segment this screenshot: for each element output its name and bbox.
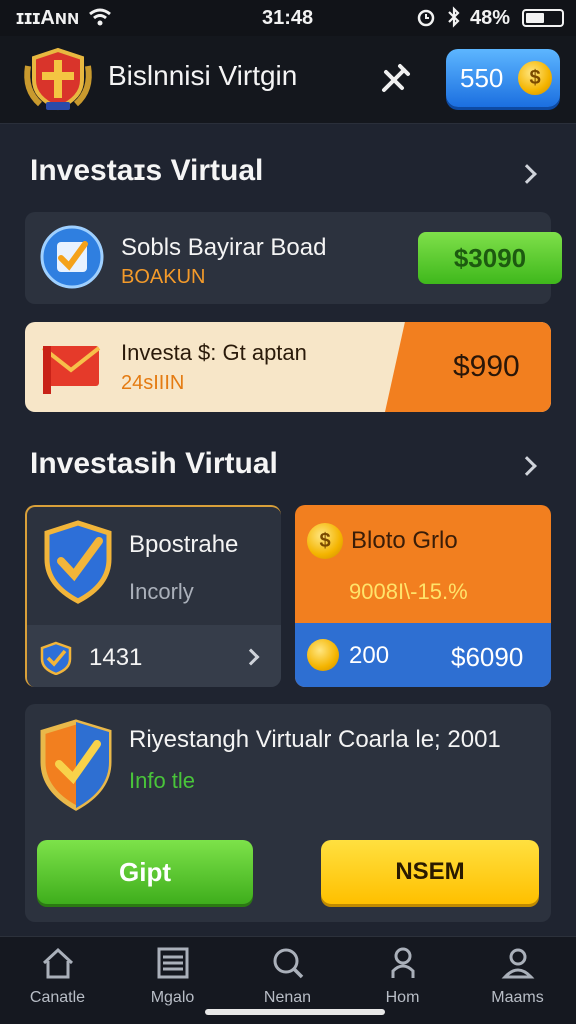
battery-icon bbox=[522, 9, 564, 27]
tools-icon[interactable] bbox=[378, 62, 412, 96]
app-header: Bislnnisi Virtgin 550 $ bbox=[0, 36, 576, 124]
profile-icon bbox=[501, 948, 535, 979]
nav-label: Hom bbox=[385, 989, 420, 1006]
status-bar: ɪɪɪAɴɴ 31:48 48% bbox=[0, 0, 576, 36]
shield-check-small-icon bbox=[40, 641, 72, 675]
section-title-1: Investaɪs Virtual bbox=[30, 154, 264, 187]
nav-item-1[interactable]: Canatle bbox=[0, 937, 115, 1024]
promo-title: Riyestangh Virtualr Coarla le; 2001 bbox=[129, 726, 501, 753]
person-icon bbox=[391, 947, 415, 978]
nav-label: Canatle bbox=[29, 989, 86, 1006]
coin-icon: $ bbox=[307, 523, 343, 559]
shield-badge-icon bbox=[40, 719, 112, 811]
tile-title: Bloto Grlo bbox=[351, 527, 458, 554]
card-price: $990 bbox=[453, 350, 520, 383]
coin-icon bbox=[307, 639, 339, 671]
card-subtitle: BOAKUN bbox=[121, 266, 206, 288]
promo-subtitle: Info tle bbox=[129, 768, 196, 793]
tile-coins: 200 bbox=[349, 642, 390, 669]
bluetooth-icon bbox=[448, 6, 460, 28]
card-subtitle: 24sIIIN bbox=[121, 372, 185, 394]
wifi-icon bbox=[89, 8, 111, 26]
coin-icon: $ bbox=[518, 61, 552, 95]
clock: 31:48 bbox=[262, 7, 314, 29]
carrier-label: ɪɪɪAɴɴ bbox=[16, 7, 80, 29]
nav-label: Mgalo bbox=[150, 989, 195, 1006]
nav-label: Nenan bbox=[263, 989, 312, 1006]
list-icon bbox=[157, 947, 189, 979]
investment-card-2[interactable]: Investa $: Gt aptan 24sIIIN $990 bbox=[25, 322, 551, 412]
coin-count: 550 bbox=[460, 63, 504, 93]
checkmark-badge-icon bbox=[40, 225, 104, 289]
nav-item-5[interactable]: Maams bbox=[460, 937, 575, 1024]
coin-balance-button[interactable]: 550 $ bbox=[446, 49, 560, 107]
shield-check-icon bbox=[44, 520, 112, 604]
crest-logo-icon bbox=[24, 47, 92, 111]
search-icon bbox=[273, 948, 304, 979]
alarm-icon bbox=[417, 9, 435, 27]
card-title: Sobls Bayirar Boad bbox=[121, 234, 327, 261]
card-title: Investa $: Gt aptan bbox=[121, 340, 307, 365]
tile-title: Bpostrahe bbox=[129, 531, 239, 558]
yellow-action-button[interactable]: NSEM bbox=[321, 840, 539, 904]
nav-label: Maams bbox=[491, 989, 544, 1006]
tile-count: 1431 bbox=[89, 644, 143, 671]
battery-percent: 48% bbox=[470, 7, 511, 29]
price-button[interactable]: $3090 bbox=[418, 232, 562, 284]
tile-price: $6090 bbox=[451, 642, 524, 672]
investment-card-1[interactable]: Sobls Bayirar Boad BOAKUN $3090 bbox=[25, 212, 562, 304]
section-title-2: Investasih Virtual bbox=[30, 447, 278, 480]
mail-icon bbox=[41, 346, 101, 394]
promo-card: Riyestangh Virtualr Coarla le; 2001 Info… bbox=[25, 704, 551, 922]
home-indicator bbox=[205, 1009, 385, 1015]
app-title: Bislnnisi Virtgin bbox=[108, 60, 298, 91]
tile-stat: 9008I\-15.% bbox=[349, 579, 468, 604]
investment-tile-left[interactable]: Bpostrahe Incorly 1431 bbox=[25, 505, 281, 687]
green-action-button[interactable]: Gipt bbox=[37, 840, 253, 904]
tile-subtitle: Incorly bbox=[129, 579, 194, 604]
investment-tile-right[interactable]: $ Bloto Grlo 9008I\-15.% 200 $6090 bbox=[295, 505, 551, 687]
chevron-right-icon[interactable] bbox=[517, 456, 537, 476]
home-icon bbox=[42, 947, 74, 979]
chevron-right-icon[interactable] bbox=[517, 164, 537, 184]
